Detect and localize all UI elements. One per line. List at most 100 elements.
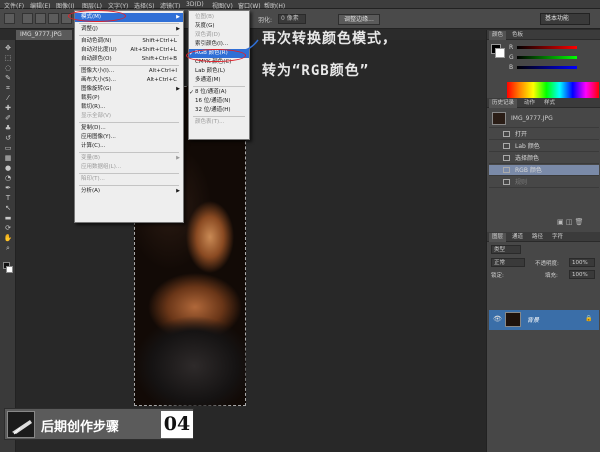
- zoom-tool-icon[interactable]: ⌕: [3, 244, 13, 252]
- 3d-rotate-tool-icon[interactable]: ⟳: [3, 224, 13, 232]
- r-slider[interactable]: [517, 46, 577, 49]
- dodge-tool-icon[interactable]: ◔: [3, 174, 13, 182]
- eyedropper-tool-icon[interactable]: ⁄: [3, 94, 13, 102]
- feather-label: 羽化:: [258, 17, 273, 24]
- path-select-tool-icon[interactable]: ↖: [3, 204, 13, 212]
- layer-thumbnail: [505, 312, 521, 327]
- step-badge: 后期创作步骤 04: [4, 408, 194, 440]
- move-tool-icon[interactable]: ✥: [3, 44, 13, 52]
- history-brush-tool-icon[interactable]: ↺: [3, 134, 13, 142]
- clone-stamp-tool-icon[interactable]: ♣: [3, 124, 13, 132]
- layer-row-background[interactable]: 👁 背景 🔒: [489, 310, 599, 330]
- annotation-line-1: 再次转换颜色模式，: [262, 31, 397, 47]
- gradient-tool-icon[interactable]: ▦: [3, 154, 13, 162]
- menu-item[interactable]: 自动对比度(U) Alt+Shift+Ctrl+L: [75, 46, 183, 55]
- menu-item[interactable]: 调整(J) ▶: [75, 25, 183, 34]
- marquee-tool-icon[interactable]: [4, 13, 15, 24]
- menu-item[interactable]: 画布大小(S)... Alt+Ctrl+C: [75, 76, 183, 85]
- subtract-selection-icon[interactable]: [48, 13, 59, 24]
- opacity-field[interactable]: 100%: [569, 258, 595, 267]
- shape-tool-icon[interactable]: ▬: [3, 214, 13, 222]
- menu-item[interactable]: 计算(C)...: [75, 142, 183, 151]
- submenu-arrow-icon: ▶: [176, 155, 180, 161]
- panel-tab[interactable]: 通道: [509, 233, 526, 242]
- menu-item[interactable]: 自动颜色(O) Shift+Ctrl+B: [75, 55, 183, 64]
- document-tab[interactable]: IMG_9777.JPG: [16, 30, 72, 40]
- menu-item[interactable]: 应用图像(Y)...: [75, 133, 183, 142]
- lasso-tool-icon[interactable]: ◌: [3, 64, 13, 72]
- menu-item[interactable]: ✓ 8 位/通道(A): [189, 88, 249, 97]
- menu-item-label: 调整(J): [81, 26, 98, 32]
- menu-item[interactable]: 分析(A) ▶: [75, 187, 183, 196]
- fill-field[interactable]: 100%: [569, 270, 595, 279]
- menu-item-label: 自动颜色(O): [81, 56, 112, 62]
- healing-brush-tool-icon[interactable]: ✚: [3, 104, 13, 112]
- panel-tab[interactable]: 颜色: [489, 31, 507, 40]
- menu-item[interactable]: 索引颜色(I)...: [189, 40, 249, 49]
- feather-field[interactable]: 0 像素: [278, 14, 306, 24]
- panel-tab[interactable]: 历史记录: [489, 99, 518, 108]
- history-item[interactable]: RGB 颜色: [489, 165, 599, 176]
- workspace-dropdown[interactable]: 基本功能: [540, 13, 590, 25]
- new-selection-icon[interactable]: [22, 13, 33, 24]
- menu-item[interactable]: 裁剪(P): [75, 94, 183, 103]
- blend-mode-select[interactable]: 正常: [491, 258, 525, 267]
- history-snapshot[interactable]: IMG_9777.JPG: [489, 110, 599, 128]
- panel-tab[interactable]: 动作: [521, 99, 538, 108]
- adjust-edge-button[interactable]: 调整边缘...: [338, 14, 380, 25]
- panel-tab[interactable]: 路径: [529, 233, 546, 242]
- history-item[interactable]: 选择颜色: [489, 153, 599, 164]
- menu-item[interactable]: 多通道(M): [189, 76, 249, 85]
- lock-icon: 🔒: [585, 315, 593, 322]
- pen-tool-icon[interactable]: ✒: [3, 184, 13, 192]
- menubar-item[interactable]: 3D(D): [186, 1, 204, 8]
- history-item-label: RGB 颜色: [515, 167, 542, 174]
- menu-item[interactable]: 16 位/通道(N): [189, 97, 249, 106]
- brush-tool-icon[interactable]: ✐: [3, 114, 13, 122]
- menu-item-label: 裁剪(P): [81, 95, 100, 101]
- marquee-tool-icon[interactable]: ⬚: [3, 54, 13, 62]
- b-slider[interactable]: [517, 66, 577, 69]
- blur-tool-icon[interactable]: ●: [3, 164, 13, 172]
- history-item[interactable]: 打开: [489, 129, 599, 140]
- history-state-icon: [503, 155, 510, 161]
- menu-item[interactable]: 图像旋转(G) ▶: [75, 85, 183, 94]
- crop-tool-icon[interactable]: ⌗: [3, 84, 13, 92]
- panel-tab[interactable]: 图层: [489, 233, 507, 242]
- eraser-tool-icon[interactable]: ▭: [3, 144, 13, 152]
- background-color-swatch[interactable]: [6, 266, 13, 273]
- menu-item[interactable]: 裁切(R)...: [75, 103, 183, 112]
- history-item[interactable]: 规则: [489, 177, 599, 188]
- menu-item[interactable]: Lab 颜色(L): [189, 67, 249, 76]
- menu-separator: [79, 35, 179, 36]
- g-slider[interactable]: [517, 56, 577, 59]
- color-spectrum[interactable]: [507, 82, 599, 98]
- quick-select-tool-icon[interactable]: ✎: [3, 74, 13, 82]
- menu-item[interactable]: 灰度(G): [189, 22, 249, 31]
- type-tool-icon[interactable]: T: [3, 194, 13, 202]
- history-item[interactable]: Lab 颜色: [489, 141, 599, 152]
- menu-item[interactable]: 图像大小(I)... Alt+Ctrl+I: [75, 67, 183, 76]
- panel-tab[interactable]: 样式: [541, 99, 558, 108]
- panel-tab[interactable]: 色板: [509, 31, 526, 40]
- hand-tool-icon[interactable]: ✋: [3, 234, 13, 242]
- history-panel-icons[interactable]: ▣ ◫ 🗑: [557, 218, 584, 226]
- menu-item[interactable]: 复制(D)...: [75, 124, 183, 133]
- menu-item[interactable]: 32 位/通道(H): [189, 106, 249, 115]
- history-item-label: 选择颜色: [515, 155, 540, 162]
- layer-name: 背景: [527, 317, 540, 324]
- layer-kind-filter[interactable]: 类型: [491, 245, 521, 254]
- menu-item-label: 裁切(R)...: [81, 104, 106, 110]
- visibility-eye-icon[interactable]: 👁: [493, 315, 502, 323]
- menu-item[interactable]: 自动色调(N) Shift+Ctrl+L: [75, 37, 183, 46]
- menu-item: 变量(B) ▶: [75, 154, 183, 163]
- panel-tab[interactable]: 字符: [549, 233, 566, 242]
- menu-item-label: 自动对比度(U): [81, 47, 117, 53]
- history-state-icon: [503, 131, 510, 137]
- badge-title: 后期创作步骤: [41, 420, 120, 435]
- submenu-arrow-icon: ▶: [176, 188, 180, 194]
- add-selection-icon[interactable]: [35, 13, 46, 24]
- color-bg-swatch[interactable]: [495, 48, 505, 58]
- menu-separator: [79, 23, 179, 24]
- menu-item-shortcut: Alt+Ctrl+I: [148, 68, 177, 74]
